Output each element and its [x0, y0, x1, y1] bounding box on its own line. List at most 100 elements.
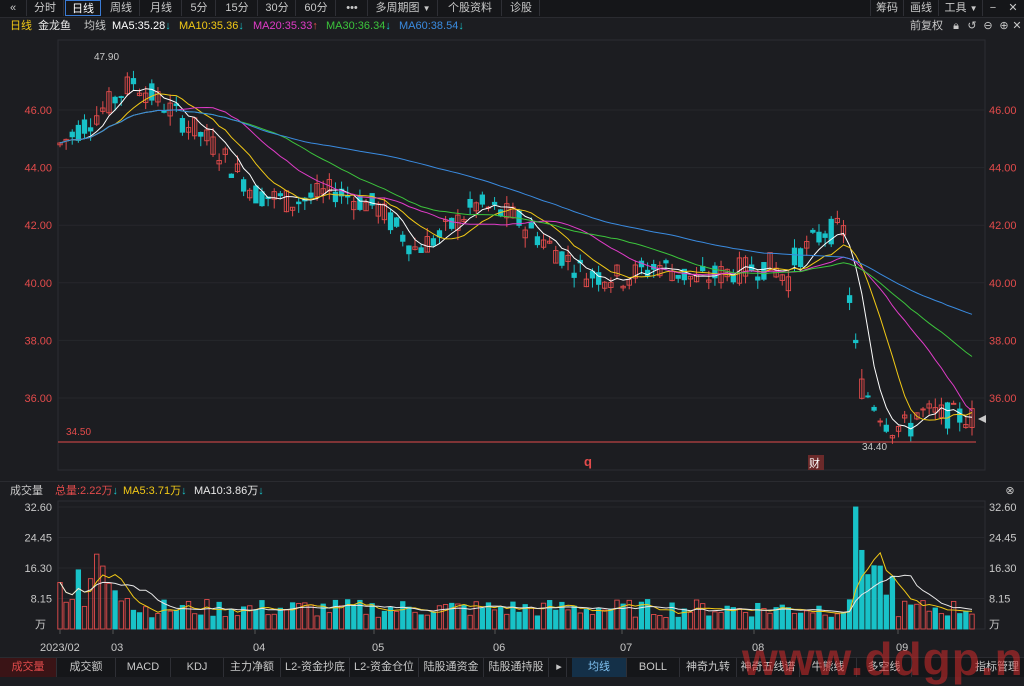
financial-report-marker[interactable]: 财	[809, 456, 820, 470]
event-marker-q[interactable]: q	[584, 454, 592, 469]
candle-body	[810, 229, 816, 233]
candle-body	[479, 194, 485, 205]
tab-kdj[interactable]: KDJ	[171, 658, 224, 677]
tab-60min[interactable]: 60分	[297, 0, 336, 16]
tab-ma[interactable]: 均线	[572, 658, 627, 677]
diagnose-button[interactable]: 诊股	[503, 0, 540, 16]
ma30-line	[59, 109, 973, 357]
volume-bar	[877, 565, 883, 630]
date-label: 03	[111, 642, 123, 654]
stock-name[interactable]: 金龙鱼	[38, 17, 71, 35]
volume-bar	[326, 612, 332, 630]
tab-magic-nine[interactable]: 神奇九转	[680, 658, 737, 677]
volume-bar	[253, 609, 259, 630]
volume-bar	[467, 614, 473, 630]
volume-tick-left: 16.30	[24, 563, 52, 575]
price-tick-left: 36.00	[24, 393, 52, 405]
volume-bar	[687, 611, 694, 630]
candle-body	[534, 236, 541, 246]
volume-bar	[265, 614, 271, 630]
candle-body	[393, 217, 400, 227]
multi-period-dropdown[interactable]: 多周期图 ▼	[369, 0, 438, 16]
volume-bar	[602, 609, 608, 630]
draw-line-button[interactable]: 画线	[904, 0, 939, 16]
tab-fenshi[interactable]: 分时	[27, 0, 64, 16]
tab-boll[interactable]: BOLL	[627, 658, 680, 677]
price-tick-left: 38.00	[24, 335, 52, 347]
tab-turnover[interactable]: 成交额	[57, 658, 116, 677]
volume-bar	[247, 605, 253, 630]
multi-period-label: 多周期图	[375, 2, 420, 14]
tab-30min[interactable]: 30分	[259, 0, 296, 16]
minimize-icon[interactable]: −	[984, 0, 1002, 16]
volume-ma10: MA10:3.86万↓	[194, 485, 264, 497]
close-icon[interactable]: ✕	[1004, 0, 1022, 16]
date-label: 05	[372, 642, 384, 654]
price-tick-right: 42.00	[989, 220, 1017, 232]
volume-bar	[889, 575, 896, 630]
tab-northbound-flow[interactable]: 陆股通资金	[419, 658, 484, 677]
line-type-label[interactable]: 均线	[84, 17, 106, 35]
candle-body	[467, 198, 473, 208]
candle-body	[791, 247, 798, 266]
tab-15min[interactable]: 15分	[217, 0, 258, 16]
candle-body	[296, 201, 302, 205]
tab-yuexian[interactable]: 月线	[141, 0, 182, 16]
volume-title[interactable]: 成交量	[10, 482, 43, 500]
undo-icon[interactable]: ↺	[966, 17, 978, 35]
candle-body	[430, 238, 437, 246]
close-icon[interactable]: ⊗	[1004, 482, 1016, 500]
double-chevron-left-icon[interactable]: «	[0, 0, 27, 16]
tab-l2-position[interactable]: L2-资金仓位	[350, 658, 419, 677]
volume-bar	[351, 604, 357, 630]
volume-bar	[289, 602, 296, 630]
more-icon[interactable]: •••	[337, 0, 368, 16]
candlestick-chart[interactable]: 46.00 46.00 44.00 44.00 42.00 42.00 40.00 40.00…	[0, 35, 1024, 481]
tab-northbound-hold[interactable]: 陆股通持股	[484, 658, 549, 677]
candle-body	[853, 339, 859, 344]
volume-bar	[938, 613, 945, 630]
ma20-value: MA20:35.33↑	[253, 20, 318, 32]
volume-bar	[791, 612, 798, 630]
volume-bar	[608, 608, 614, 630]
candle-body	[357, 195, 363, 210]
candle-body	[418, 247, 424, 253]
tab-macd[interactable]: MACD	[116, 658, 171, 677]
tab-l2-bottom[interactable]: L2-资金抄底	[281, 658, 350, 677]
volume-ma10-line	[59, 574, 973, 613]
volume-bar	[363, 613, 369, 630]
volume-bar	[332, 599, 339, 630]
volume-legend-bar: 成交量 总量:2.22万↓ MA5:3.71万↓ MA10:3.86万↓ ⊗	[0, 481, 1024, 500]
volume-bar	[595, 608, 602, 630]
volume-bar	[112, 590, 118, 630]
volume-bar	[63, 601, 69, 630]
candle-body	[308, 192, 314, 198]
candle-body	[400, 234, 406, 242]
chips-button[interactable]: 筹码	[870, 0, 904, 16]
tools-dropdown[interactable]: 工具 ▼	[940, 0, 983, 16]
candle-body	[179, 118, 186, 133]
tab-main-net[interactable]: 主力净额	[224, 658, 281, 677]
volume-bar	[222, 616, 228, 630]
volume-bar	[902, 600, 908, 630]
stock-profile-button[interactable]: 个股资料	[439, 0, 502, 16]
zoom-in-icon[interactable]: ⊕	[998, 17, 1010, 35]
candle-body	[87, 127, 94, 132]
adjust-mode[interactable]: 前复权	[910, 17, 943, 35]
caret-down-icon: ▼	[422, 4, 431, 13]
tab-rixian[interactable]: 日线	[65, 0, 101, 16]
volume-bar	[773, 607, 779, 630]
tab-zhouxian[interactable]: 周线	[103, 0, 140, 16]
zoom-out-icon[interactable]: ⊖	[982, 17, 994, 35]
volume-bar	[192, 613, 198, 630]
volume-bar	[950, 600, 957, 630]
tab-volume[interactable]: 成交量	[0, 658, 57, 677]
ma60-value: MA60:38.54↓	[399, 20, 464, 32]
lock-icon[interactable]: 🔒︎	[950, 17, 962, 35]
volume-bar	[498, 606, 504, 630]
volume-ma-lines	[59, 551, 973, 615]
tab-5min[interactable]: 5分	[183, 0, 216, 16]
close-icon[interactable]: ✕	[1012, 17, 1022, 35]
play-icon[interactable]: ▸	[552, 658, 567, 677]
candle-body	[198, 132, 204, 137]
